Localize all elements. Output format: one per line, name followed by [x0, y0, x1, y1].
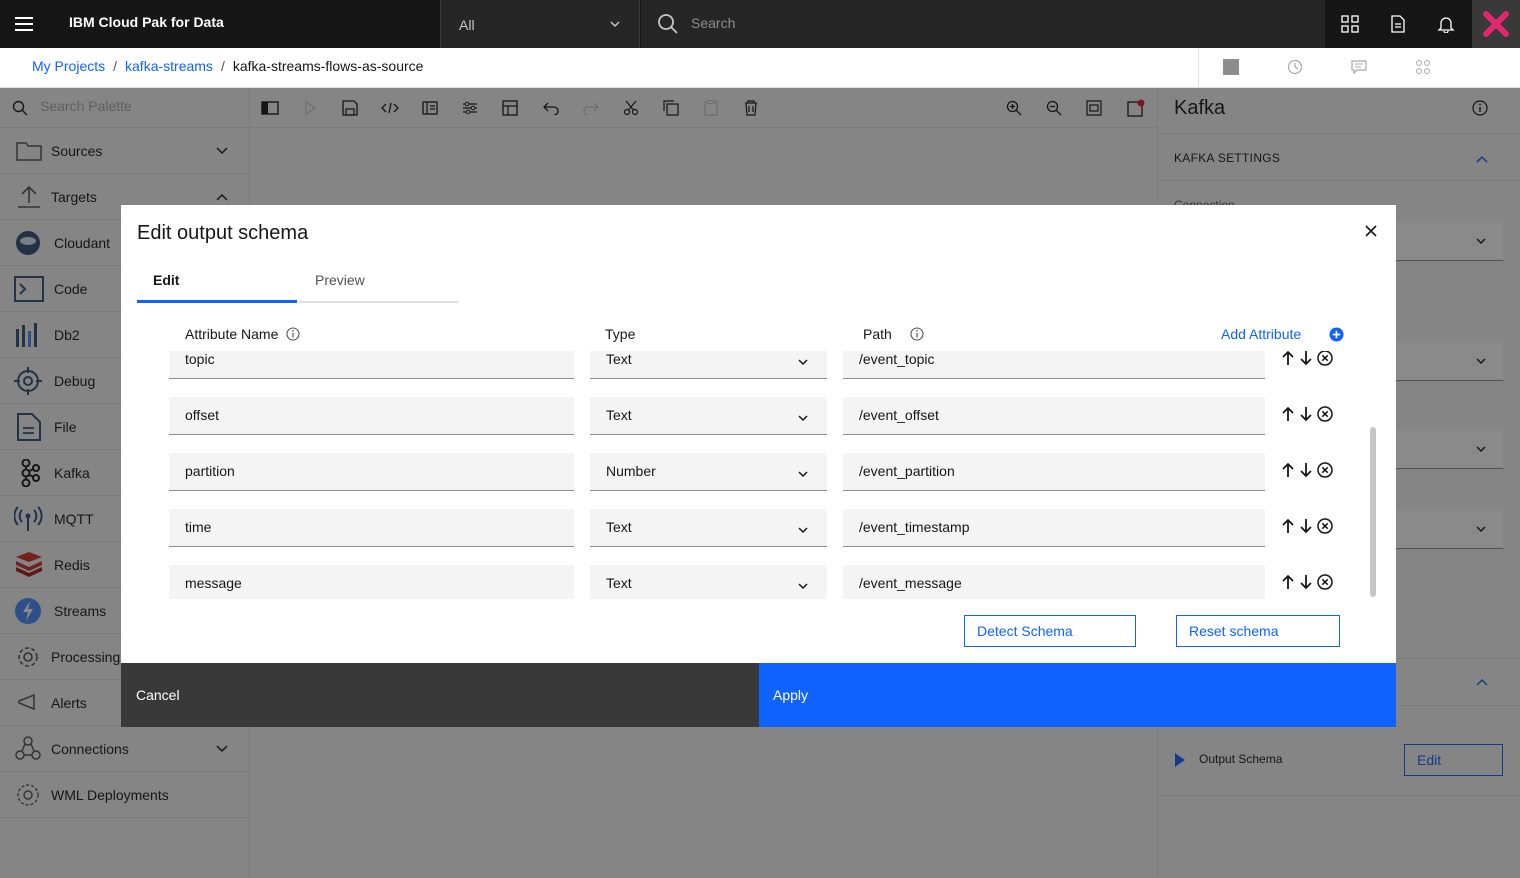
- app-switcher-icon[interactable]: [1326, 0, 1374, 48]
- move-up-icon[interactable]: [1281, 518, 1295, 534]
- remove-icon[interactable]: [1317, 406, 1333, 422]
- top-navigation-bar: IBM Cloud Pak for Data All: [0, 0, 1520, 48]
- tab-preview[interactable]: Preview: [299, 263, 459, 303]
- avatar-logo-icon: [1483, 11, 1509, 37]
- edit-output-schema-modal: Edit output schema Edit Preview Attribut…: [121, 205, 1396, 727]
- move-up-icon[interactable]: [1281, 406, 1295, 422]
- move-down-icon[interactable]: [1299, 406, 1313, 422]
- header-label: Attribute Name: [185, 326, 279, 342]
- schema-row: topic Text /event_topic: [169, 351, 1365, 381]
- path-input[interactable]: /event_timestamp: [843, 509, 1265, 547]
- type-select[interactable]: Text: [590, 351, 827, 379]
- chevron-down-icon: [610, 21, 620, 28]
- type-header: Type: [605, 326, 635, 342]
- breadcrumb-bar: My Projects / kafka-streams / kafka-stre…: [0, 48, 1520, 88]
- stop-icon[interactable]: [1223, 59, 1239, 75]
- add-circle-icon[interactable]: [1329, 327, 1344, 342]
- chevron-down-icon: [798, 471, 808, 478]
- info-icon[interactable]: [910, 327, 924, 341]
- search-icon: [658, 14, 678, 34]
- attribute-name-input[interactable]: time: [169, 509, 574, 547]
- chevron-down-icon: [798, 359, 808, 366]
- remove-icon[interactable]: [1317, 351, 1333, 366]
- user-avatar[interactable]: [1472, 0, 1520, 48]
- close-icon[interactable]: [1361, 221, 1381, 241]
- path-input[interactable]: /event_offset: [843, 397, 1265, 435]
- search-scope-dropdown[interactable]: All: [440, 0, 640, 48]
- global-search: [641, 0, 1325, 48]
- breadcrumb-current: kafka-streams-flows-as-source: [232, 58, 424, 74]
- history-icon[interactable]: [1287, 59, 1303, 75]
- header-label: Path: [863, 326, 892, 342]
- comment-icon[interactable]: [1351, 59, 1367, 75]
- path-input[interactable]: /event_partition: [843, 453, 1265, 491]
- schema-row: time Text /event_timestamp: [169, 509, 1365, 549]
- type-value: Text: [606, 575, 632, 591]
- breadcrumb-my-projects[interactable]: My Projects: [32, 58, 105, 74]
- path-input[interactable]: /event_message: [843, 565, 1265, 599]
- move-down-icon[interactable]: [1299, 574, 1313, 590]
- modal-footer: Cancel Apply: [121, 663, 1396, 727]
- global-search-input[interactable]: [691, 12, 1191, 34]
- metrics-icon[interactable]: [1415, 59, 1431, 75]
- tab-edit[interactable]: Edit: [137, 263, 297, 303]
- type-select[interactable]: Text: [590, 565, 827, 599]
- type-select[interactable]: Text: [590, 509, 827, 547]
- schema-rows: topic Text /event_topic offset Text /eve…: [169, 351, 1365, 599]
- breadcrumb-separator: /: [113, 58, 118, 74]
- move-up-icon[interactable]: [1281, 462, 1295, 478]
- breadcrumb-separator: /: [220, 58, 225, 74]
- type-value: Text: [606, 519, 632, 535]
- move-up-icon[interactable]: [1281, 574, 1295, 590]
- hamburger-menu-icon[interactable]: [0, 0, 48, 48]
- chevron-down-icon: [798, 583, 808, 590]
- type-select[interactable]: Number: [590, 453, 827, 491]
- move-down-icon[interactable]: [1299, 351, 1313, 366]
- remove-icon[interactable]: [1317, 462, 1333, 478]
- apply-button[interactable]: Apply: [759, 663, 1396, 727]
- cancel-button[interactable]: Cancel: [121, 663, 759, 727]
- modal-title: Edit output schema: [137, 222, 309, 244]
- attribute-name-input[interactable]: partition: [169, 453, 574, 491]
- modal-tabs: Edit Preview: [137, 263, 459, 303]
- info-icon[interactable]: [286, 327, 300, 341]
- path-input[interactable]: /event_topic: [843, 351, 1265, 379]
- add-attribute-link[interactable]: Add Attribute: [1221, 326, 1301, 342]
- schema-row: message Text /event_message: [169, 565, 1365, 599]
- path-header: Path: [863, 326, 924, 342]
- detect-schema-button[interactable]: Detect Schema: [964, 615, 1136, 647]
- header-label: Type: [605, 326, 636, 342]
- flow-actions: [1198, 48, 1520, 88]
- breadcrumb: My Projects / kafka-streams / kafka-stre…: [32, 58, 423, 74]
- attribute-name-input[interactable]: topic: [169, 351, 574, 379]
- document-icon[interactable]: [1374, 0, 1422, 48]
- remove-icon[interactable]: [1317, 574, 1333, 590]
- attribute-name-input[interactable]: offset: [169, 397, 574, 435]
- reset-schema-button[interactable]: Reset schema: [1176, 615, 1340, 647]
- schema-row: partition Number /event_partition: [169, 453, 1365, 493]
- move-up-icon[interactable]: [1281, 351, 1295, 366]
- move-down-icon[interactable]: [1299, 518, 1313, 534]
- attribute-name-input[interactable]: message: [169, 565, 574, 599]
- notification-bell-icon[interactable]: [1422, 0, 1470, 48]
- attribute-name-header: Attribute Name: [185, 326, 300, 342]
- type-value: Number: [606, 463, 656, 479]
- product-name: IBM Cloud Pak for Data: [69, 14, 224, 30]
- scrollbar-thumb[interactable]: [1370, 427, 1376, 597]
- type-value: Text: [606, 351, 632, 367]
- schema-row: offset Text /event_offset: [169, 397, 1365, 437]
- breadcrumb-kafka-streams[interactable]: kafka-streams: [125, 58, 213, 74]
- move-down-icon[interactable]: [1299, 462, 1313, 478]
- chevron-down-icon: [798, 527, 808, 534]
- search-scope-value: All: [459, 17, 475, 33]
- chevron-down-icon: [798, 415, 808, 422]
- type-select[interactable]: Text: [590, 397, 827, 435]
- remove-icon[interactable]: [1317, 518, 1333, 534]
- type-value: Text: [606, 407, 632, 423]
